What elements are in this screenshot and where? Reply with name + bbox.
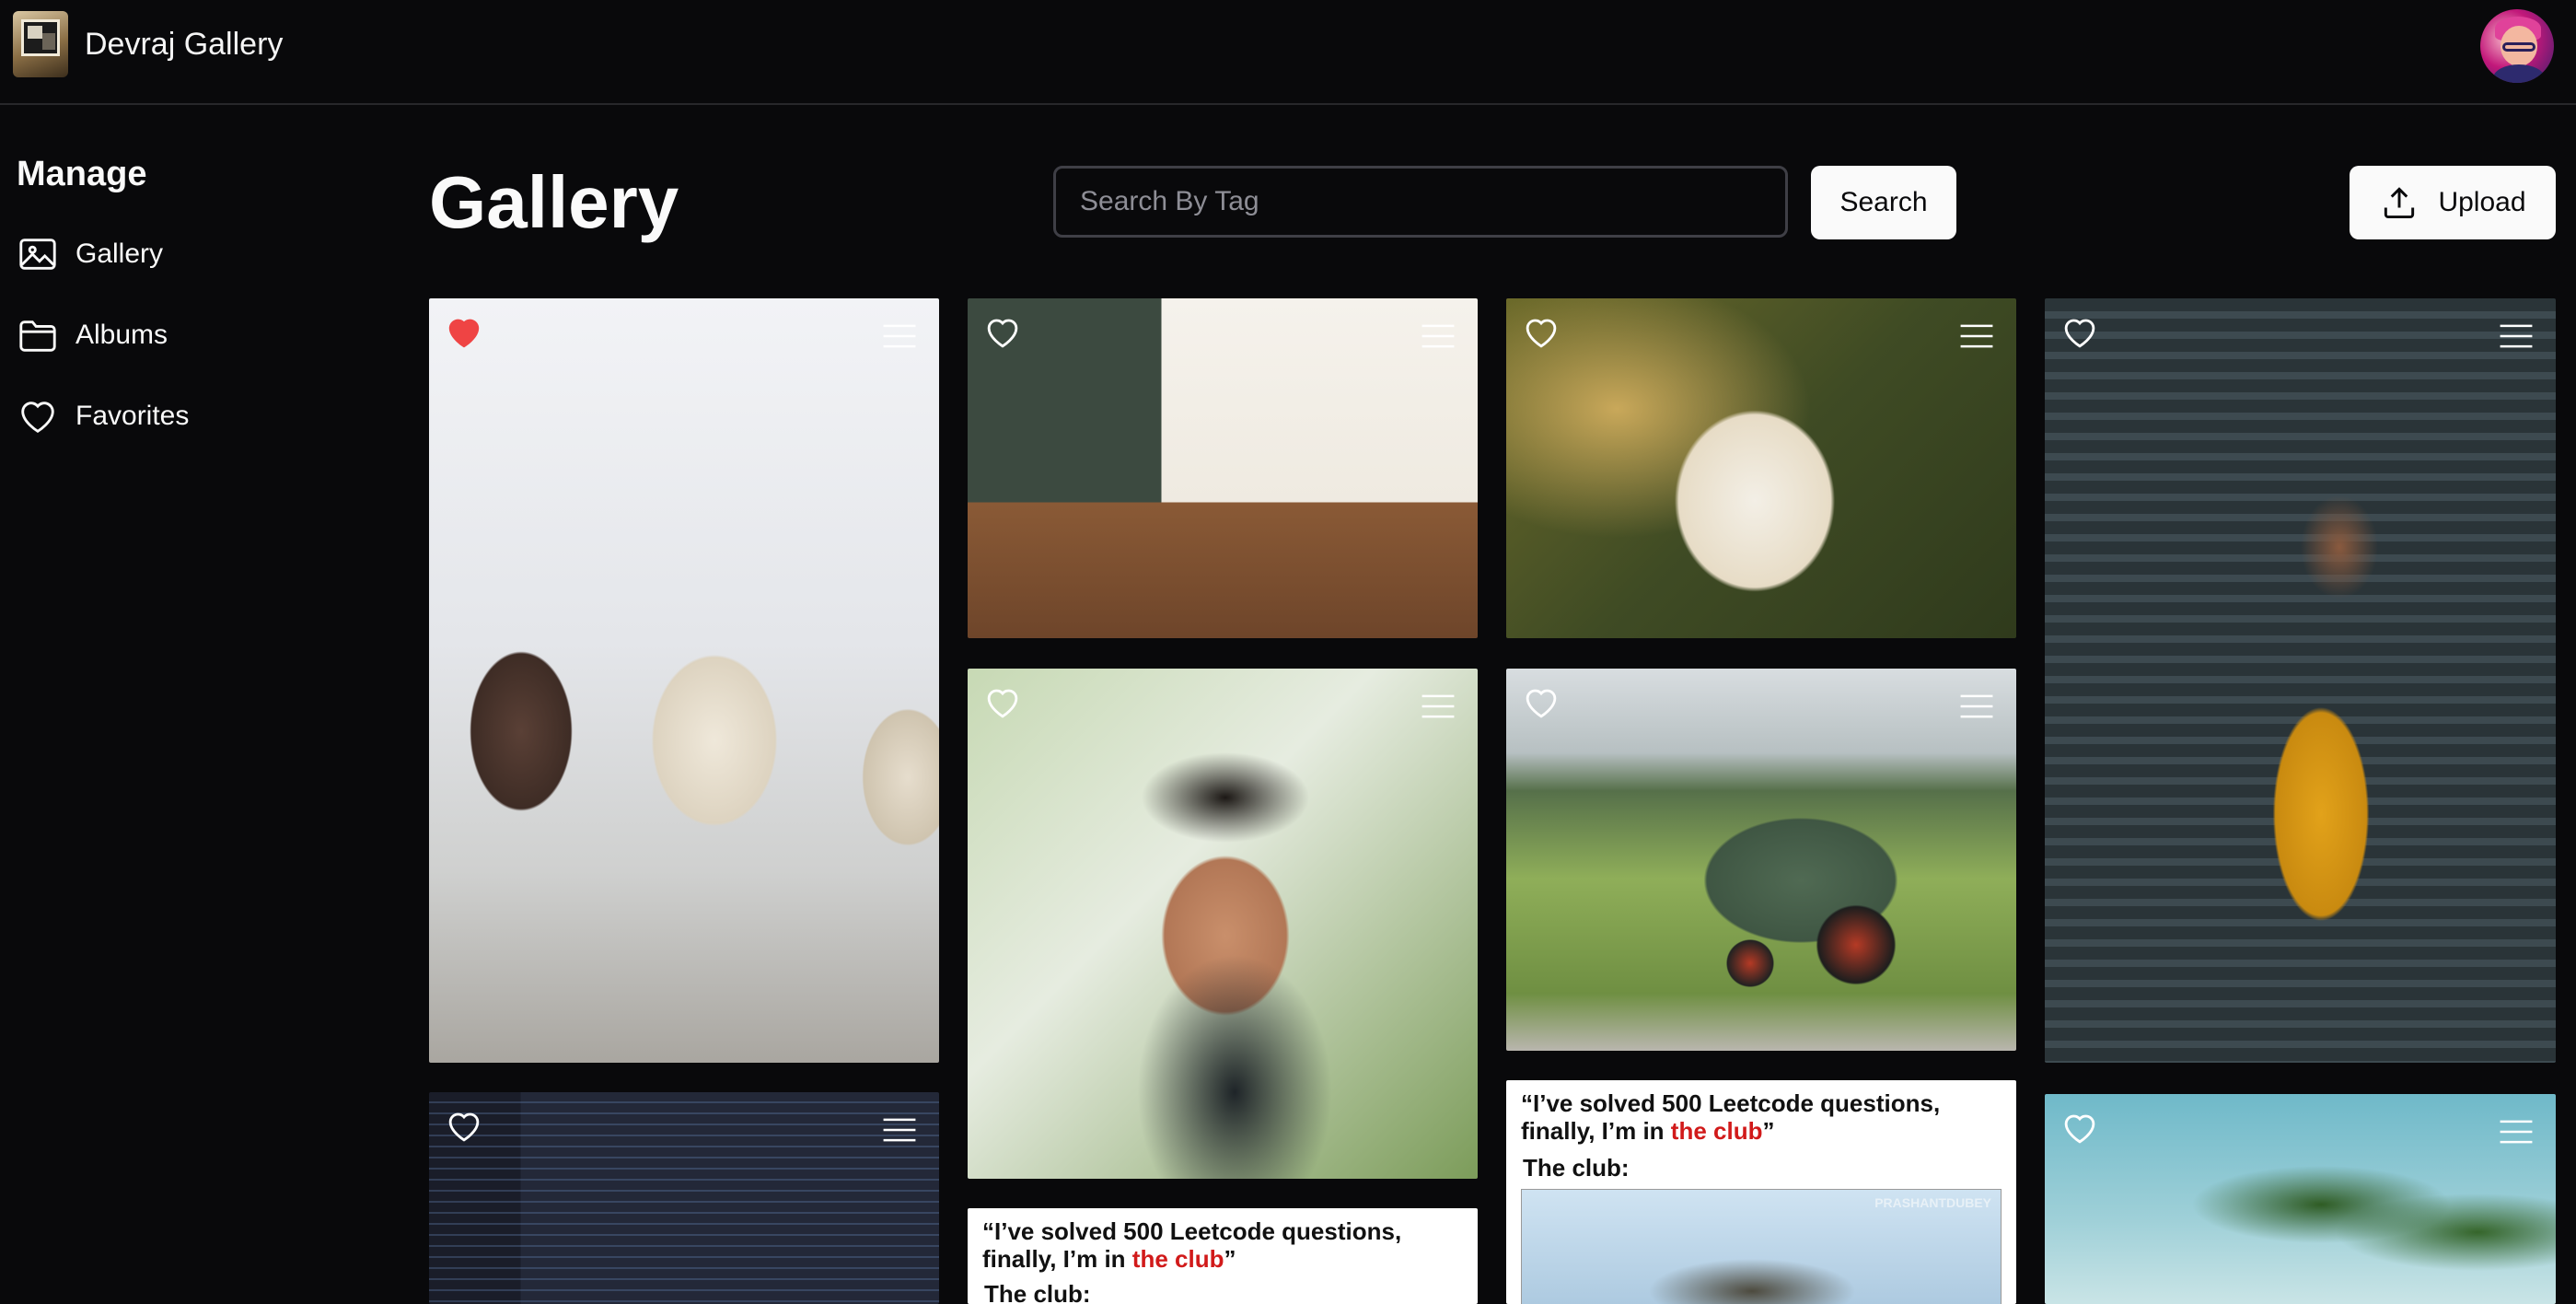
- meme-quote: “I’ve solved 500 Leetcode questions, fin…: [1521, 1089, 1941, 1145]
- gallery-image[interactable]: “I’ve solved 500 Leetcode questions, fin…: [1506, 1080, 2016, 1304]
- menu-icon[interactable]: [882, 322, 917, 350]
- upload-button[interactable]: Upload: [2350, 166, 2556, 239]
- image-icon: [19, 239, 56, 270]
- folder-icon: [19, 320, 56, 352]
- top-bar: Devraj Gallery: [0, 0, 2576, 105]
- sidebar-item-label: Albums: [75, 320, 168, 350]
- page-title: Gallery: [429, 161, 679, 243]
- meme-watermark: PRASHANTDUBEY: [1874, 1195, 1991, 1210]
- heart-icon: [21, 402, 54, 433]
- meme-club-label: The club:: [984, 1280, 1091, 1304]
- gallery-image[interactable]: [968, 669, 1478, 1179]
- menu-icon[interactable]: [882, 1116, 917, 1144]
- menu-icon[interactable]: [1959, 322, 1994, 350]
- gallery-image[interactable]: [429, 298, 939, 1063]
- gallery-image[interactable]: [2045, 1094, 2556, 1304]
- heart-icon[interactable]: [982, 313, 1023, 352]
- sidebar-item-favorites[interactable]: Favorites: [17, 393, 189, 439]
- heart-icon[interactable]: [982, 683, 1023, 722]
- heart-icon[interactable]: [444, 1107, 484, 1146]
- heart-icon[interactable]: [1521, 683, 1561, 722]
- gallery-image[interactable]: [1506, 298, 2016, 638]
- heart-icon[interactable]: [2060, 1109, 2100, 1147]
- meme-club-label: The club:: [1523, 1154, 1630, 1182]
- gallery-image[interactable]: [2045, 298, 2556, 1063]
- sidebar-item-albums[interactable]: Albums: [17, 312, 168, 358]
- menu-icon[interactable]: [2499, 1118, 2534, 1146]
- gallery-image[interactable]: [1506, 669, 2016, 1051]
- sidebar-title: Manage: [17, 155, 147, 193]
- upload-icon: [2385, 187, 2415, 219]
- meme-photo: PRASHANTDUBEY: [1521, 1189, 2002, 1304]
- menu-icon[interactable]: [1421, 693, 1456, 720]
- heart-icon[interactable]: [1521, 313, 1561, 352]
- gallery-logo-icon[interactable]: [13, 11, 68, 77]
- gallery-image[interactable]: [968, 298, 1478, 638]
- user-avatar[interactable]: [2480, 9, 2554, 83]
- upload-label: Upload: [2438, 187, 2526, 217]
- sidebar-item-gallery[interactable]: Gallery: [17, 231, 163, 277]
- menu-icon[interactable]: [1959, 693, 1994, 720]
- sidebar-item-label: Gallery: [75, 239, 164, 269]
- menu-icon[interactable]: [2499, 322, 2534, 350]
- search-input[interactable]: [1053, 166, 1788, 238]
- gallery-image[interactable]: [429, 1092, 939, 1304]
- search-button[interactable]: Search: [1811, 166, 1956, 239]
- menu-icon[interactable]: [1421, 322, 1456, 350]
- heart-icon[interactable]: [2060, 313, 2100, 352]
- sidebar-item-label: Favorites: [75, 401, 190, 431]
- heart-filled-icon[interactable]: [444, 313, 484, 352]
- app-name[interactable]: Devraj Gallery: [85, 24, 283, 64]
- meme-quote: “I’ve solved 500 Leetcode questions, fin…: [982, 1217, 1402, 1273]
- gallery-image[interactable]: “I’ve solved 500 Leetcode questions, fin…: [968, 1208, 1478, 1304]
